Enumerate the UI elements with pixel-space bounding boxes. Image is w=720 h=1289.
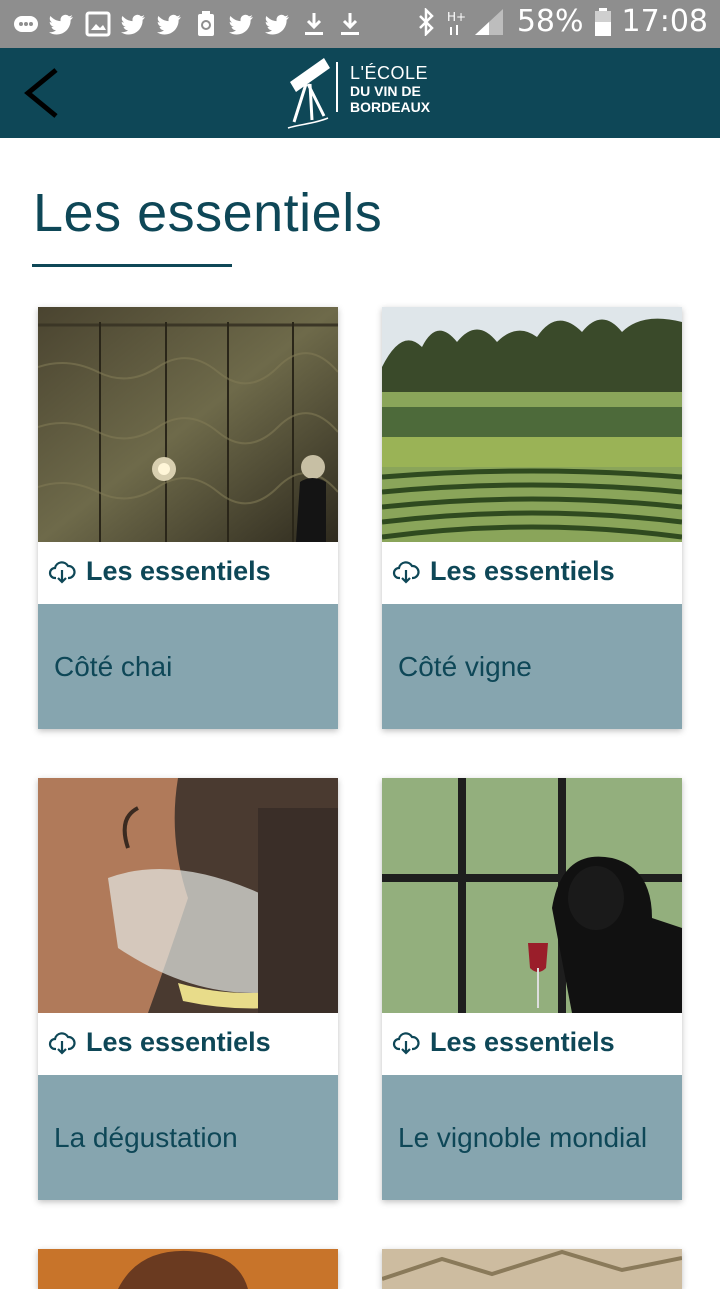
card-label-row: Les essentiels: [382, 1013, 682, 1075]
status-right: H+ 58% 17:08: [415, 4, 708, 39]
card-title-area: La dégustation: [38, 1075, 338, 1200]
download-icon: [305, 13, 323, 35]
card-image-cellar: [38, 307, 338, 542]
card-la-degustation[interactable]: Les essentiels La dégustation: [38, 778, 338, 1200]
card-label-row: Les essentiels: [382, 542, 682, 604]
twitter-icon: [157, 14, 181, 35]
card-image-partial: [382, 1249, 682, 1289]
card-cote-vigne[interactable]: Les essentiels Côté vigne: [382, 307, 682, 729]
telescope-icon: [287, 58, 330, 129]
card-category-label: Les essentiels: [430, 1027, 615, 1057]
battery-icon: [594, 7, 611, 36]
card-title-area: Le vignoble mondial: [382, 1075, 682, 1200]
card-image-vineyard: [382, 307, 682, 542]
title-underline: [32, 264, 232, 267]
card-title: Le vignoble mondial: [398, 1121, 648, 1153]
logo-line-3: BORDEAUX: [350, 99, 431, 115]
card-title: Côté chai: [54, 650, 173, 682]
card-partial-left[interactable]: [38, 1249, 338, 1289]
twitter-icon: [229, 14, 253, 35]
recycle-icon: [198, 11, 214, 36]
card-category-label: Les essentiels: [86, 556, 271, 586]
battery-percent: 58%: [516, 4, 584, 39]
card-label-row: Les essentiels: [38, 542, 338, 604]
logo-line-2: DU VIN DE: [350, 83, 421, 99]
download-icon: [341, 13, 359, 35]
logo-text: L'ÉCOLE DU VIN DE BORDEAUX: [350, 64, 430, 114]
card-cote-chai[interactable]: Les essentiels Côté chai: [38, 307, 338, 729]
svg-text:H+: H+: [447, 10, 466, 24]
notification-icons: [12, 10, 364, 38]
card-partial-right[interactable]: [382, 1249, 682, 1289]
card-le-vignoble-mondial[interactable]: Les essentiels Le vignoble mondial: [382, 778, 682, 1200]
cloud-download-icon[interactable]: [48, 558, 76, 586]
card-title-area: Côté chai: [38, 604, 338, 729]
card-label-row: Les essentiels: [38, 1013, 338, 1075]
logo-line-1: L'ÉCOLE: [350, 63, 428, 83]
card-image-wine-glass: [382, 778, 682, 1013]
twitter-icon: [121, 14, 145, 35]
card-title: La dégustation: [54, 1121, 238, 1153]
back-arrow-icon[interactable]: [18, 64, 68, 122]
cloud-download-icon[interactable]: [392, 558, 420, 586]
app-bar: L'ÉCOLE DU VIN DE BORDEAUX: [0, 48, 720, 138]
logo-separator: [336, 62, 338, 112]
page-title: Les essentiels: [33, 183, 383, 243]
school-logo: L'ÉCOLE DU VIN DE BORDEAUX: [284, 54, 444, 132]
twitter-icon: [265, 14, 289, 35]
card-image-partial: [38, 1249, 338, 1289]
card-image-tasting: [38, 778, 338, 1013]
card-title-area: Côté vigne: [382, 604, 682, 729]
card-title: Côté vigne: [398, 650, 532, 682]
signal-icon: H+: [447, 8, 503, 35]
clock: 17:08: [621, 4, 708, 39]
bluetooth-icon: [418, 7, 434, 36]
twitter-icon: [49, 14, 73, 35]
image-icon: [85, 11, 111, 37]
card-category-label: Les essentiels: [430, 556, 615, 586]
cloud-download-icon[interactable]: [48, 1029, 76, 1057]
cloud-download-icon[interactable]: [392, 1029, 420, 1057]
card-category-label: Les essentiels: [86, 1027, 271, 1057]
status-bar: H+ 58% 17:08: [0, 0, 720, 48]
chat-icon: [14, 16, 38, 32]
